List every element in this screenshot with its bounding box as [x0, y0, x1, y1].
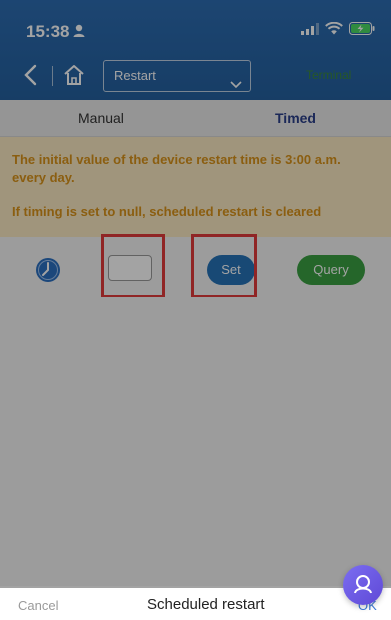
tab-bar: Manual Timed	[0, 100, 391, 137]
cancel-button[interactable]: Cancel	[18, 598, 58, 613]
person-icon	[73, 24, 85, 43]
chevron-down-icon	[230, 71, 242, 89]
function-select[interactable]: Restart	[103, 60, 251, 92]
back-icon[interactable]	[22, 64, 40, 86]
terminal-link[interactable]: Terminal	[306, 68, 351, 82]
sheet-title: Scheduled restart	[147, 596, 265, 613]
home-icon[interactable]	[62, 63, 86, 87]
highlight-time-input	[101, 234, 165, 298]
battery-icon	[349, 22, 375, 40]
notice-line-2: If timing is set to null, scheduled rest…	[12, 204, 322, 219]
status-time: 15:38	[26, 22, 70, 41]
wifi-icon	[325, 21, 343, 40]
highlight-set-button	[191, 234, 257, 298]
assistant-button[interactable]	[343, 565, 383, 605]
status-icons	[301, 21, 375, 40]
signal-icon	[301, 22, 319, 40]
assistant-icon	[354, 575, 372, 594]
content-area	[0, 297, 391, 586]
function-select-value: Restart	[114, 68, 156, 83]
query-button[interactable]: Query	[297, 255, 365, 285]
tab-manual[interactable]: Manual	[78, 110, 124, 126]
bottom-sheet-header: Cancel Scheduled restart OK	[0, 588, 391, 620]
nav-divider	[52, 66, 53, 86]
app-header: 15:38 Restart Terminal	[0, 0, 391, 100]
tab-timed[interactable]: Timed	[275, 110, 316, 126]
scheduled-restart-screen: 15:38 Restart Terminal Manual Timed The …	[0, 0, 391, 620]
clock-icon	[35, 257, 61, 283]
restart-notice: The initial value of the device restart …	[0, 137, 391, 237]
notice-line-1: The initial value of the device restart …	[12, 152, 341, 185]
